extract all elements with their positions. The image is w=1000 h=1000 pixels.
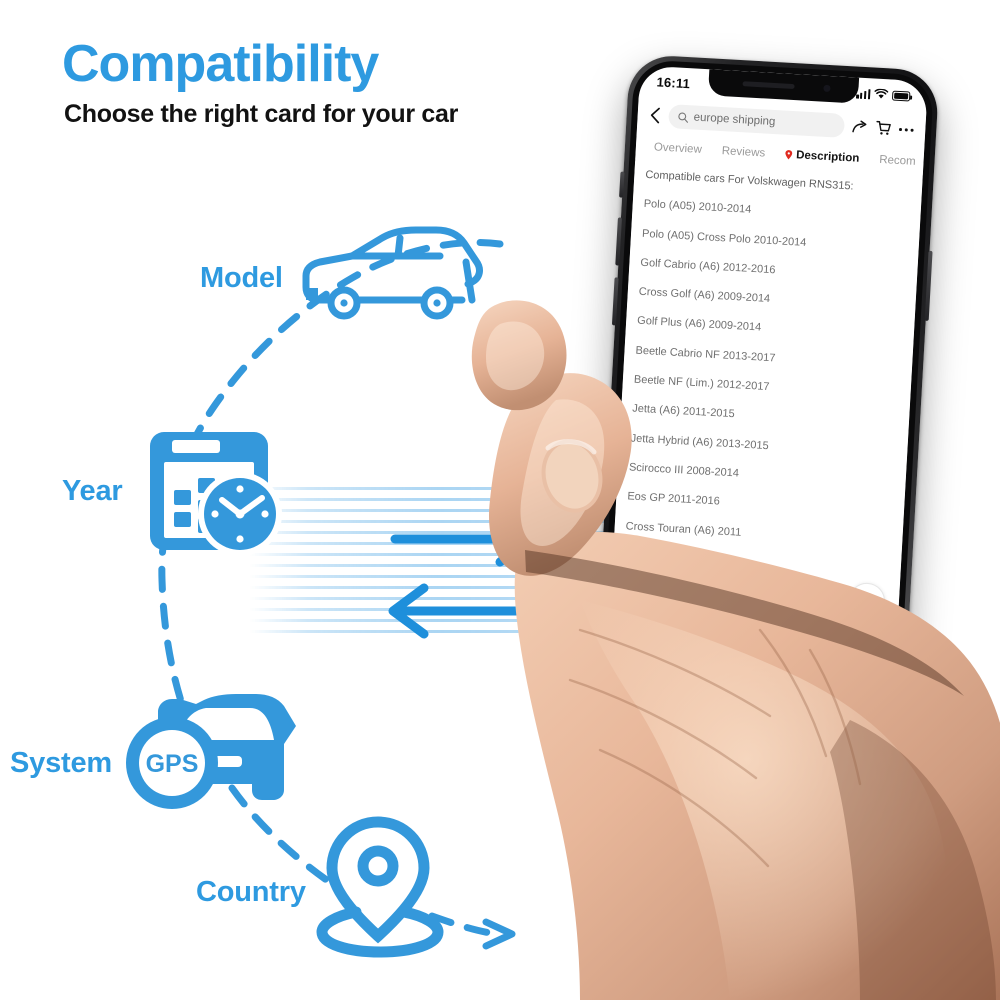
diagram-label-system: System: [10, 747, 112, 779]
tab-description[interactable]: Description: [775, 148, 870, 165]
list-item: Polo (A05) Cross Polo 2010-2014: [641, 227, 807, 249]
chat-bubble-icon: [669, 641, 685, 655]
tab-recommend-label: Recom: [878, 153, 916, 168]
shopping-cart-icon[interactable]: [875, 120, 892, 137]
search-input[interactable]: europe shipping: [668, 104, 846, 138]
search-input-value: europe shipping: [693, 111, 776, 129]
flow-path-exit: [428, 912, 502, 938]
car-side-icon: [302, 226, 483, 304]
message-label: Message: [659, 657, 693, 669]
battery-full-icon: [891, 90, 911, 102]
page-title: Compatibility: [62, 35, 379, 93]
list-item: Eos GP 2011-2016: [627, 490, 721, 508]
share-arrow-icon[interactable]: [851, 119, 869, 135]
list-item: Cross Touran (A6) 2011: [625, 519, 742, 539]
list-item: Beetle Cabrio NF 2013-2017: [635, 344, 776, 365]
flow-path-lower: [228, 784, 342, 892]
add-to-cart-button[interactable]: Add to cart: [701, 640, 795, 676]
car-side-wheels-icon: [327, 286, 454, 320]
list-item: Jetta Hybrid (A6) 2013-2015: [630, 432, 769, 452]
list-item: Golf Plus (A6) 2009-2014: [636, 315, 762, 335]
status-icons: [856, 87, 911, 102]
description-heading: Compatible cars For Volskwagen RNS315:: [645, 168, 854, 193]
tab-description-label: Description: [795, 149, 860, 165]
car-side-hubs-icon: [340, 299, 441, 307]
gps-badge-label: GPS: [146, 750, 199, 778]
description-content: Compatible cars For Volskwagen RNS315: P…: [609, 161, 923, 641]
poster-canvas: Compatibility Choose the right card for …: [0, 0, 1000, 1000]
buy-now-label: Buy Now: [814, 655, 864, 671]
earpiece-speaker-icon: [742, 81, 795, 90]
list-item: Golf Cabrio (A6) 2012-2016: [640, 256, 776, 277]
flow-arrowhead-icon: [482, 918, 516, 950]
list-item: Jetta (A6) 2011-2015: [631, 402, 735, 421]
diagram-label-year: Year: [62, 475, 123, 507]
tab-overview-label: Overview: [653, 141, 703, 156]
cta-button-group: Add to cart Buy Now: [701, 640, 886, 681]
signal-bars-icon: [856, 88, 871, 99]
tab-reviews[interactable]: Reviews: [711, 145, 775, 161]
phone-screen: 16:11 europe shipping Overview Reviews D…: [605, 65, 929, 699]
tab-reviews-label: Reviews: [721, 145, 766, 160]
add-to-cart-label: Add to cart: [717, 650, 779, 666]
tab-overview[interactable]: Overview: [644, 141, 713, 157]
list-item: Scirocco III 2008-2014: [628, 461, 740, 480]
front-camera-icon: [823, 84, 831, 93]
tab-recommend[interactable]: Recom: [869, 153, 924, 168]
chevron-up-icon: [860, 597, 874, 605]
finger-shape: [471, 300, 567, 411]
chevron-left-icon[interactable]: [648, 106, 662, 125]
headline-block: Compatibility Choose the right card for …: [62, 38, 458, 129]
message-button[interactable]: Message: [659, 640, 693, 669]
wifi-icon: [874, 88, 889, 99]
map-pin-icon: [785, 150, 793, 160]
diagram-label-country: Country: [196, 876, 306, 908]
store-button[interactable]: Store: [618, 637, 651, 666]
more-horizontal-icon[interactable]: [898, 126, 914, 132]
list-item: Beetle NF (Lim.) 2012-2017: [633, 373, 770, 394]
status-clock: 16:11: [656, 73, 691, 91]
car-side-bumper-icon: [306, 288, 318, 300]
diagram-label-model: Model: [200, 262, 283, 294]
smartphone-mockup: 16:11 europe shipping Overview Reviews D…: [594, 53, 940, 711]
location-pin-icon: [316, 816, 444, 958]
store-label: Store: [624, 655, 645, 666]
storefront-icon: [628, 638, 643, 654]
list-item: Touran (A6) 2011: [623, 549, 709, 566]
list-item: Cross Golf (A6) 2009-2014: [638, 285, 771, 306]
car-gps-icon: GPS: [126, 694, 296, 809]
search-icon: [678, 111, 689, 123]
list-item: Polo (A05) 2010-2014: [643, 198, 752, 217]
page-subtitle: Choose the right card for your car: [64, 100, 459, 128]
buy-now-button[interactable]: Buy Now: [792, 645, 886, 681]
